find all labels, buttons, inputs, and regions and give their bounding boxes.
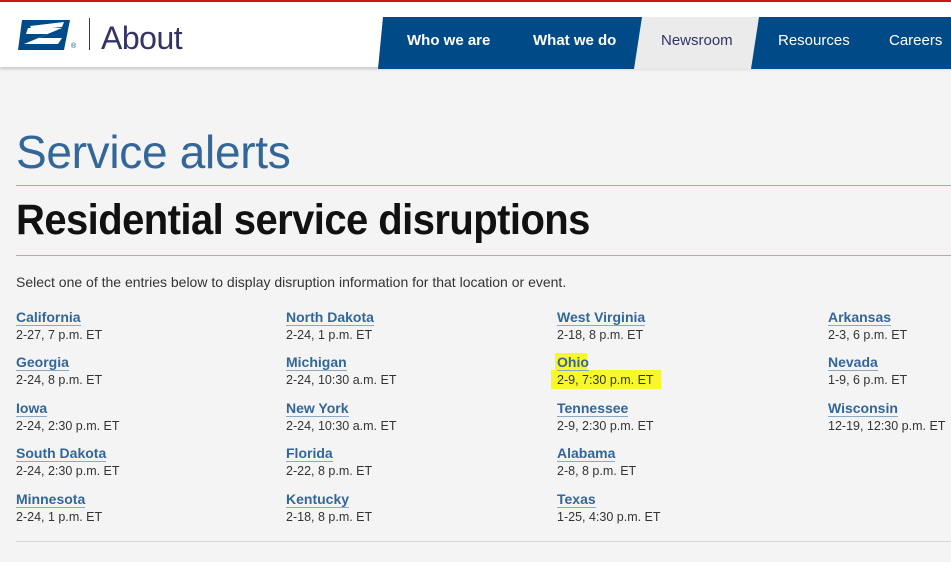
intro-text: Select one of the entries below to displ… [16, 274, 567, 290]
list-item: Alabama 2-8, 8 p.m. ET [557, 445, 636, 478]
alert-date: 2-24, 2:30 p.m. ET [16, 419, 120, 433]
list-item: West Virginia 2-18, 8 p.m. ET [557, 309, 646, 342]
list-item: Ohio 2-9, 7:30 p.m. ET [557, 354, 654, 387]
svg-text:®: ® [71, 42, 77, 50]
list-item: South Dakota 2-24, 2:30 p.m. ET [16, 445, 120, 478]
list-item: Nevada 1-9, 6 p.m. ET [828, 354, 907, 387]
list-item: Wisconsin 12-19, 12:30 p.m. ET [828, 400, 945, 433]
state-link-south-dakota[interactable]: South Dakota [16, 445, 107, 462]
nav-resources[interactable]: Resources [778, 15, 850, 67]
list-item: North Dakota 2-24, 1 p.m. ET [286, 309, 374, 342]
state-link-minnesota[interactable]: Minnesota [16, 491, 86, 508]
list-item: Florida 2-22, 8 p.m. ET [286, 445, 372, 478]
site-header: ® About Who we are What we do Newsroom R… [0, 2, 951, 69]
alert-date: 2-24, 1 p.m. ET [286, 328, 373, 342]
alert-date: 2-27, 7 p.m. ET [16, 328, 103, 342]
state-link-ohio[interactable]: Ohio [557, 354, 589, 371]
alert-date: 2-9, 7:30 p.m. ET [557, 373, 654, 387]
nav-careers[interactable]: Careers [889, 15, 942, 67]
state-link-north-dakota[interactable]: North Dakota [286, 309, 374, 326]
alert-date: 2-24, 10:30 a.m. ET [286, 373, 397, 387]
list-item: Arkansas 2-3, 6 p.m. ET [828, 309, 907, 342]
state-link-arkansas[interactable]: Arkansas [828, 309, 892, 326]
alert-date: 2-18, 8 p.m. ET [557, 328, 644, 342]
state-link-wisconsin[interactable]: Wisconsin [828, 400, 898, 417]
eagle-icon[interactable]: ® [18, 18, 78, 52]
alert-date: 1-25, 4:30 p.m. ET [557, 510, 661, 524]
bottom-divider [16, 541, 951, 542]
list-item: New York 2-24, 10:30 a.m. ET [286, 400, 396, 433]
alert-date: 2-24, 1 p.m. ET [16, 510, 103, 524]
alert-date: 2-22, 8 p.m. ET [286, 464, 373, 478]
nav-newsroom[interactable]: Newsroom [661, 15, 733, 67]
state-link-west-virginia[interactable]: West Virginia [557, 309, 646, 326]
state-link-florida[interactable]: Florida [286, 445, 333, 462]
list-item: California 2-27, 7 p.m. ET [16, 309, 102, 342]
state-link-michigan[interactable]: Michigan [286, 354, 347, 371]
alert-date: 1-9, 6 p.m. ET [828, 373, 908, 387]
section-title: Residential service disruptions [16, 196, 590, 244]
state-link-nevada[interactable]: Nevada [828, 354, 878, 371]
state-link-california[interactable]: California [16, 309, 81, 326]
alert-date: 12-19, 12:30 p.m. ET [828, 419, 946, 433]
alert-date: 2-24, 10:30 a.m. ET [286, 419, 397, 433]
state-link-tennessee[interactable]: Tennessee [557, 400, 629, 417]
title-divider [16, 185, 951, 186]
logo-divider [89, 18, 90, 50]
alert-date: 2-18, 8 p.m. ET [286, 510, 373, 524]
state-link-iowa[interactable]: Iowa [16, 400, 48, 417]
alert-date: 2-9, 2:30 p.m. ET [557, 419, 654, 433]
section-brand-title[interactable]: About [101, 18, 183, 58]
section-divider [16, 255, 951, 256]
list-item: Kentucky 2-18, 8 p.m. ET [286, 491, 372, 524]
alert-date: 2-3, 6 p.m. ET [828, 328, 908, 342]
alert-date: 2-8, 8 p.m. ET [557, 464, 637, 478]
list-item: Michigan 2-24, 10:30 a.m. ET [286, 354, 396, 387]
state-link-alabama[interactable]: Alabama [557, 445, 616, 462]
state-link-texas[interactable]: Texas [557, 491, 596, 508]
state-link-new-york[interactable]: New York [286, 400, 349, 417]
nav-who-we-are[interactable]: Who we are [407, 15, 490, 67]
page-title: Service alerts [16, 126, 291, 178]
nav-what-we-do[interactable]: What we do [533, 15, 616, 67]
list-item: Tennessee 2-9, 2:30 p.m. ET [557, 400, 654, 433]
alert-date: 2-24, 2:30 p.m. ET [16, 464, 120, 478]
state-link-georgia[interactable]: Georgia [16, 354, 69, 371]
alert-date: 2-24, 8 p.m. ET [16, 373, 103, 387]
list-item: Minnesota 2-24, 1 p.m. ET [16, 491, 102, 524]
state-link-kentucky[interactable]: Kentucky [286, 491, 350, 508]
list-item: Iowa 2-24, 2:30 p.m. ET [16, 400, 120, 433]
list-item: Georgia 2-24, 8 p.m. ET [16, 354, 102, 387]
list-item: Texas 1-25, 4:30 p.m. ET [557, 491, 661, 524]
